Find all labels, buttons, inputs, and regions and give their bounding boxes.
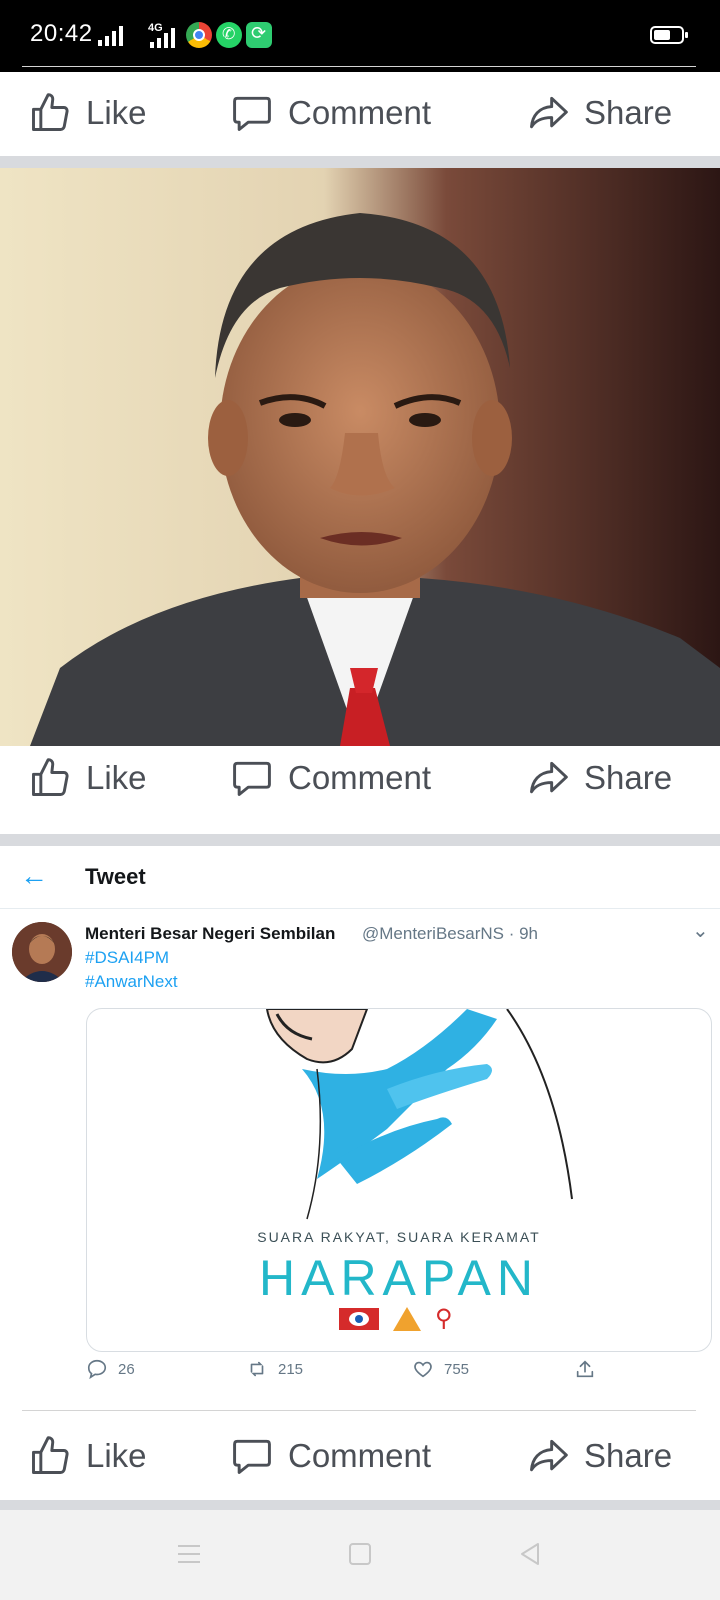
hashtag-link[interactable]: #DSAI4PM [85,948,169,968]
comment-button[interactable]: Comment [230,1413,431,1499]
avatar-portrait-icon [12,922,72,982]
home-icon[interactable] [346,1540,374,1568]
tweet-author-name[interactable]: Menteri Besar Negeri Sembilan [85,924,335,944]
hashtag-link[interactable]: #AnwarNext [85,972,178,992]
share-tweet-button[interactable] [574,1358,596,1380]
thumbs-up-icon [32,93,69,131]
reply-icon [87,1359,107,1380]
heart-icon [414,1361,432,1378]
battery-icon [650,26,688,44]
share-button[interactable]: Share [526,735,672,821]
post-actions-1: Like Comment Share [0,70,720,156]
back-arrow-icon[interactable]: ← [20,860,48,892]
chrome-icon [186,22,212,48]
comment-icon [233,761,271,796]
divider [22,66,696,67]
comment-icon [233,1439,271,1474]
post-separator [0,834,720,846]
sync-app-icon [246,22,272,48]
thumbs-up-icon [32,758,69,796]
comment-label: Comment [288,759,432,796]
like-count: 755 [444,1360,470,1378]
post-photo[interactable] [0,168,720,746]
reply-button[interactable]: 26 [86,1358,135,1380]
share-button[interactable]: Share [526,70,672,156]
tweet-media-card[interactable]: SUARA RAKYAT, SUARA KERAMAT HARAPAN ⚲ [86,1008,712,1352]
share-label: Share [584,94,673,131]
status-bar: 20:42 4G [0,0,720,72]
retweet-button[interactable]: 215 [246,1358,303,1380]
like-label: Like [86,1437,147,1474]
share-label: Share [584,1437,673,1474]
comment-label: Comment [288,94,432,131]
party-logos: ⚲ [339,1307,453,1331]
like-button[interactable]: Like [28,1413,147,1499]
comment-button[interactable]: Comment [230,735,431,821]
retweet-count: 215 [278,1360,304,1378]
post-actions-2: Like Comment Share [0,735,720,821]
chevron-down-icon[interactable]: ⌄ [692,918,709,943]
share-button[interactable]: Share [526,1413,672,1499]
clock: 20:42 [30,20,93,47]
retweet-icon [250,1361,264,1377]
tweet-author-handle: @MenteriBesarNS · 9h [362,924,538,943]
like-button[interactable]: Like [28,735,147,821]
tweet-stats: 26 215 755 [86,1358,626,1388]
comment-icon [233,96,271,131]
portrait-photo-icon [0,168,720,746]
like-label: Like [86,759,147,796]
whatsapp-icon [216,22,242,48]
post-actions-3: Like Comment Share [0,1413,720,1499]
back-icon[interactable] [516,1540,544,1568]
poster-brand: HARAPAN [258,1250,539,1306]
tweet-screenshot[interactable]: ← Tweet Menteri Besar Negeri Sembilan @M… [0,846,720,1406]
pkr-logo-icon [339,1308,379,1330]
tweet-header-title: Tweet [85,864,146,889]
menu-icon[interactable] [175,1540,203,1568]
post-separator [0,156,720,168]
share-arrow-icon [530,1439,568,1472]
dap-logo-icon: ⚲ [435,1305,453,1332]
like-label: Like [86,94,147,131]
upload-icon [576,1360,594,1378]
avatar[interactable] [12,922,72,982]
share-arrow-icon [530,96,568,129]
like-tweet-button[interactable]: 755 [412,1358,469,1380]
divider [0,908,720,909]
reply-count: 26 [118,1360,135,1378]
post-separator [0,1500,720,1510]
signal-icon [98,22,123,46]
comment-button[interactable]: Comment [230,70,431,156]
poster-slogan: SUARA RAKYAT, SUARA KERAMAT [257,1229,541,1245]
comment-label: Comment [288,1437,432,1474]
system-nav-bar [0,1510,720,1600]
signal-2-icon [150,24,175,48]
like-button[interactable]: Like [28,70,147,156]
divider [22,1410,696,1411]
share-arrow-icon [530,761,568,794]
thumbs-up-icon [32,1436,69,1474]
amanah-logo-icon [393,1307,421,1331]
share-label: Share [584,759,673,796]
